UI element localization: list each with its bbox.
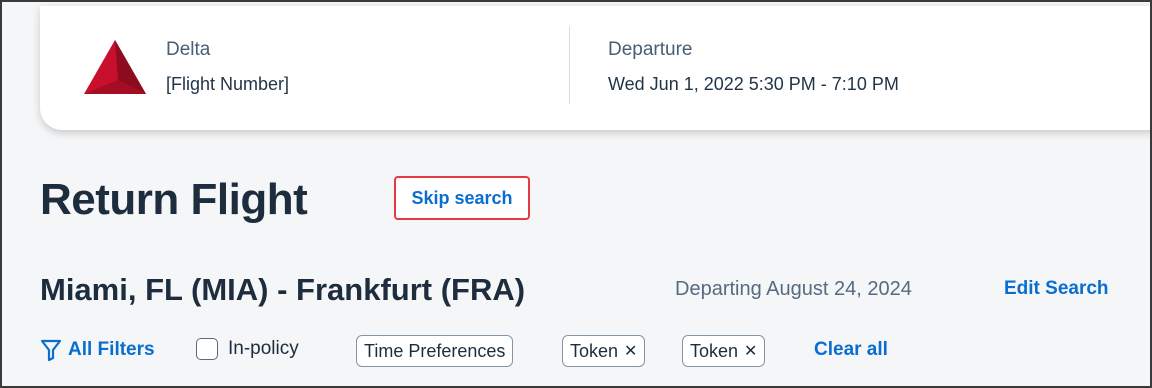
close-icon[interactable]: ✕ bbox=[744, 341, 757, 361]
departure-label: Departure bbox=[608, 39, 693, 60]
all-filters-button[interactable]: All Filters bbox=[40, 338, 155, 362]
edit-search-link[interactable]: Edit Search bbox=[1004, 278, 1109, 300]
airline-name: Delta bbox=[166, 39, 211, 60]
chip-label: Token bbox=[690, 340, 739, 361]
delta-triangle-icon bbox=[84, 40, 146, 94]
chip-time-preferences[interactable]: Time Preferences bbox=[356, 335, 514, 367]
clear-all-link[interactable]: Clear all bbox=[814, 339, 888, 361]
route-heading: Miami, FL (MIA) - Frankfurt (FRA) bbox=[40, 272, 526, 307]
chip-label: Time Preferences bbox=[364, 340, 506, 361]
page-title: Return Flight bbox=[40, 175, 308, 224]
close-icon[interactable]: ✕ bbox=[624, 341, 637, 361]
flight-number: [Flight Number] bbox=[166, 74, 290, 94]
page-frame: Delta [Flight Number] Departure Wed Jun … bbox=[0, 0, 1152, 388]
departing-date: Departing August 24, 2024 bbox=[675, 278, 912, 300]
departure-time: Wed Jun 1, 2022 5:30 PM - 7:10 PM bbox=[608, 74, 899, 94]
chip-token[interactable]: Token ✕ bbox=[682, 335, 766, 367]
in-policy-filter[interactable]: In-policy bbox=[196, 338, 299, 360]
chip-token[interactable]: Token ✕ bbox=[562, 335, 646, 367]
skip-search-button[interactable]: Skip search bbox=[394, 176, 530, 220]
chip-label: Token bbox=[570, 340, 619, 361]
filter-icon bbox=[40, 339, 62, 362]
card-divider bbox=[569, 26, 570, 104]
outbound-flight-card: Delta [Flight Number] Departure Wed Jun … bbox=[40, 6, 1150, 130]
in-policy-checkbox[interactable] bbox=[196, 338, 218, 360]
all-filters-label: All Filters bbox=[68, 339, 155, 360]
in-policy-label: In-policy bbox=[228, 338, 299, 359]
